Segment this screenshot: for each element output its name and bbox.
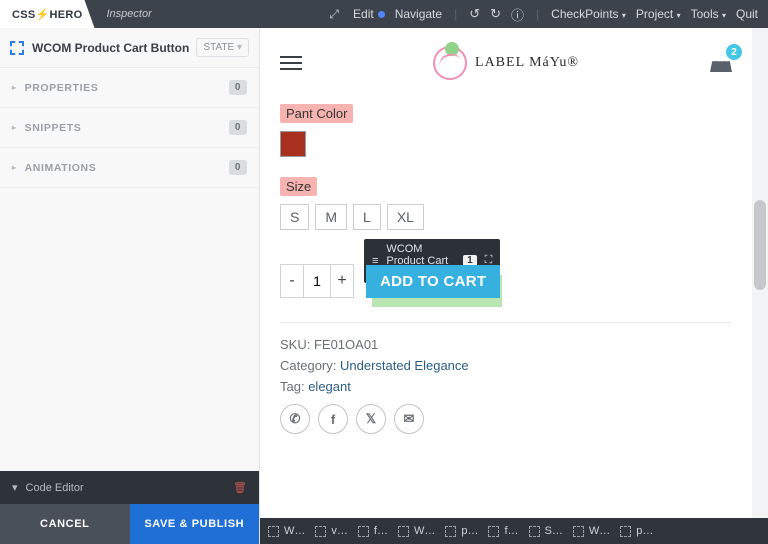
mode-navigate[interactable]: Navigate xyxy=(395,7,442,21)
hamburger-icon[interactable] xyxy=(280,52,302,74)
breadcrumb-item[interactable]: p… xyxy=(620,525,653,537)
size-option[interactable]: L xyxy=(353,204,381,230)
dom-breadcrumb-bar: W… v… f… W… p… f… S… W… p… xyxy=(260,518,768,544)
selected-element-name: WCOM Product Cart Button xyxy=(32,41,196,55)
color-swatch[interactable] xyxy=(280,131,306,157)
category-line: Category: Understated Elegance xyxy=(280,358,732,373)
section-snippets[interactable]: ▸ SNIPPETS 0 xyxy=(0,108,259,148)
section-animations[interactable]: ▸ ANIMATIONS 0 xyxy=(0,148,259,188)
site-logo[interactable]: LABEL MáYu® xyxy=(433,46,579,80)
breadcrumb-item[interactable]: f… xyxy=(488,525,518,537)
breadcrumb-item[interactable]: S… xyxy=(529,525,563,537)
target-icon xyxy=(10,41,24,55)
code-editor-toggle[interactable]: ▾ Code Editor 🗑 xyxy=(0,471,259,504)
target-icon xyxy=(488,526,499,537)
trash-icon[interactable]: 🗑 xyxy=(233,481,247,494)
cart-button[interactable]: 2 xyxy=(710,54,732,72)
breadcrumb-item[interactable]: f… xyxy=(358,525,388,537)
qty-input[interactable] xyxy=(303,265,331,297)
cart-count-badge: 2 xyxy=(726,44,742,60)
state-dropdown[interactable]: STATE xyxy=(196,38,249,57)
target-icon xyxy=(268,526,279,537)
app-topbar: CSS⚡HERO Inspector ⤢ Edit Navigate | ↺ ↻… xyxy=(0,0,768,28)
target-icon xyxy=(620,526,631,537)
breadcrumb-item[interactable]: W… xyxy=(573,525,610,537)
qty-minus-button[interactable]: - xyxy=(281,265,303,297)
target-icon xyxy=(445,526,456,537)
size-option[interactable]: XL xyxy=(387,204,424,230)
sku-line: SKU: FE01OA01 xyxy=(280,337,732,352)
divider xyxy=(280,322,732,323)
site-preview: LABEL MáYu® 2 Pant Color Size S M L XL -… xyxy=(260,28,752,518)
target-icon xyxy=(398,526,409,537)
share-email-icon[interactable]: ✉ xyxy=(394,404,424,434)
logo-mark-icon xyxy=(433,46,467,80)
section-properties[interactable]: ▸ PROPERTIES 0 xyxy=(0,68,259,108)
scrollbar-thumb[interactable] xyxy=(754,200,766,290)
size-option[interactable]: M xyxy=(315,204,347,230)
breadcrumb-item[interactable]: v… xyxy=(315,525,348,537)
menu-checkpoints[interactable]: CheckPoints ▾ xyxy=(551,7,626,21)
tab-inspector[interactable]: Inspector xyxy=(95,0,164,28)
share-twitter-icon[interactable]: 𝕏 xyxy=(356,404,386,434)
breadcrumb-item[interactable]: p… xyxy=(445,525,478,537)
menu-quit[interactable]: Quit xyxy=(736,7,758,21)
expand-icon[interactable]: ⤢ xyxy=(329,7,339,22)
menu-project[interactable]: Project ▾ xyxy=(636,7,681,21)
info-icon[interactable]: ⓘ xyxy=(511,5,524,24)
share-facebook-icon[interactable]: f xyxy=(318,404,348,434)
tag-link[interactable]: elegant xyxy=(308,379,351,394)
breadcrumb-item[interactable]: W… xyxy=(268,525,305,537)
breadcrumb-item[interactable]: W… xyxy=(398,525,435,537)
menu-tools[interactable]: Tools ▾ xyxy=(691,7,726,21)
share-whatsapp-icon[interactable]: ✆ xyxy=(280,404,310,434)
target-icon xyxy=(573,526,584,537)
count-badge: 0 xyxy=(229,160,247,175)
chevron-right-icon: ▸ xyxy=(12,123,17,132)
cancel-button[interactable]: CANCEL xyxy=(0,504,130,544)
chevron-right-icon: ▸ xyxy=(12,163,17,172)
target-icon xyxy=(529,526,540,537)
target-icon xyxy=(315,526,326,537)
pant-color-label: Pant Color xyxy=(280,104,353,123)
add-to-cart-button[interactable]: ADD TO CART xyxy=(366,265,500,298)
quantity-stepper: - + xyxy=(280,264,354,298)
size-option[interactable]: S xyxy=(280,204,309,230)
category-link[interactable]: Understated Elegance xyxy=(340,358,469,373)
scrollbar-track[interactable] xyxy=(752,28,768,518)
target-icon xyxy=(358,526,369,537)
count-badge: 0 xyxy=(229,80,247,95)
tag-line: Tag: elegant xyxy=(280,379,732,394)
tab-csshero[interactable]: CSS⚡HERO xyxy=(0,0,95,28)
size-label: Size xyxy=(280,177,317,196)
site-header: LABEL MáYu® 2 xyxy=(260,28,752,88)
qty-plus-button[interactable]: + xyxy=(331,265,353,297)
selected-element-header: WCOM Product Cart Button STATE xyxy=(0,28,259,68)
save-publish-button[interactable]: SAVE & PUBLISH xyxy=(130,504,260,544)
chevron-right-icon: ▸ xyxy=(12,83,17,92)
undo-icon[interactable]: ↺ xyxy=(469,6,480,22)
count-badge: 0 xyxy=(229,120,247,135)
inspector-panel: WCOM Product Cart Button STATE ▸ PROPERT… xyxy=(0,28,260,544)
redo-icon[interactable]: ↻ xyxy=(490,6,501,22)
mode-edit[interactable]: Edit xyxy=(353,7,385,21)
